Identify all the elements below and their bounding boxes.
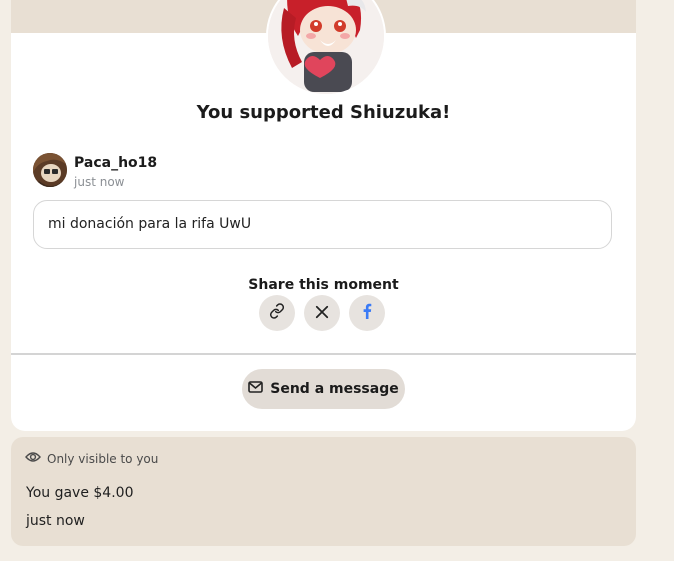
facebook-icon (360, 303, 374, 323)
send-message-label: Send a message (270, 381, 399, 397)
share-buttons (259, 295, 389, 331)
supporter-timestamp: just now (74, 175, 125, 189)
mail-icon (248, 381, 264, 397)
send-message-button[interactable]: Send a message (242, 369, 405, 409)
supporter-avatar[interactable] (33, 153, 67, 187)
divider (11, 353, 636, 355)
link-icon (269, 303, 285, 323)
visibility-label: Only visible to you (47, 451, 159, 466)
copy-link-button[interactable] (259, 295, 295, 331)
support-title: You supported Shiuzuka! (196, 102, 451, 123)
eye-icon (25, 451, 41, 466)
amount-given: You gave $4.00 (26, 485, 134, 501)
support-card: You supported Shiuzuka! Paca_ho18 just n… (11, 0, 636, 431)
gift-timestamp: just now (26, 513, 85, 529)
share-x-button[interactable] (304, 295, 340, 331)
creator-avatar (266, 0, 386, 96)
support-message: mi donación para la rifa UwU (33, 200, 612, 249)
share-label: Share this moment (248, 277, 399, 293)
private-details-card: Only visible to you You gave $4.00 just … (11, 437, 636, 546)
share-facebook-button[interactable] (349, 295, 385, 331)
visibility-note: Only visible to you (25, 451, 158, 466)
x-icon (315, 304, 329, 323)
supporter-name[interactable]: Paca_ho18 (74, 155, 157, 171)
